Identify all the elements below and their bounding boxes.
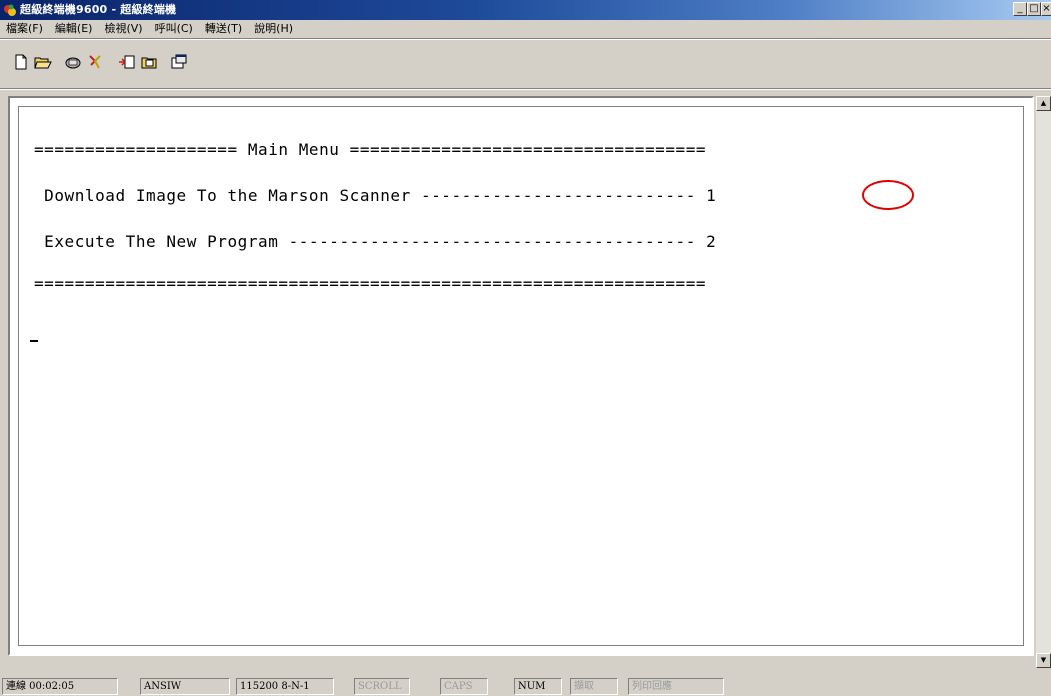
status-num: NUM xyxy=(514,678,562,695)
status-port-settings: 115200 8-N-1 xyxy=(236,678,334,695)
status-scroll: SCROLL xyxy=(354,678,410,695)
text-cursor xyxy=(30,340,38,342)
hyperterminal-app-icon[interactable] xyxy=(3,3,17,17)
disconnect-icon xyxy=(89,55,101,69)
vertical-scrollbar[interactable] xyxy=(1036,96,1051,668)
menu-file[interactable]: 檔案(F) xyxy=(6,21,43,37)
minimize-button[interactable]: _ xyxy=(1013,2,1027,16)
receive-file-icon xyxy=(141,57,157,69)
status-emulation: ANSIW xyxy=(140,678,230,695)
menu-footer-line: ========================================… xyxy=(34,274,707,293)
menu-option-download: Download Image To the Marson Scanner ---… xyxy=(34,186,717,205)
maximize-button[interactable]: □ xyxy=(1027,2,1041,16)
open-button[interactable] xyxy=(34,53,52,71)
scroll-down-button[interactable]: ▼ xyxy=(1036,653,1051,668)
window-title: 超級終端機9600 - 超級終端機 xyxy=(20,3,177,16)
receive-button[interactable] xyxy=(140,53,158,71)
menu-option-execute: Execute The New Program ----------------… xyxy=(34,232,717,251)
menu-call[interactable]: 呼叫(C) xyxy=(155,21,193,37)
properties-icon xyxy=(171,54,187,69)
menu-edit[interactable]: 編輯(E) xyxy=(55,21,93,37)
new-document-icon xyxy=(15,54,27,70)
call-button[interactable] xyxy=(64,53,82,71)
status-capture: 擷取 xyxy=(570,678,618,695)
scroll-up-button[interactable]: ▲ xyxy=(1036,96,1051,111)
open-folder-icon xyxy=(34,57,52,69)
menu-transfer[interactable]: 轉送(T) xyxy=(205,21,242,37)
menu-bar: 檔案(F) 編輯(E) 檢視(V) 呼叫(C) 轉送(T) 說明(H) xyxy=(0,20,1051,38)
highlight-circle xyxy=(862,180,914,210)
menu-view[interactable]: 檢視(V) xyxy=(104,21,142,37)
send-button[interactable] xyxy=(118,53,136,71)
status-caps: CAPS xyxy=(440,678,488,695)
properties-button[interactable] xyxy=(170,53,188,71)
new-connection-button[interactable] xyxy=(12,53,30,71)
title-bar: 超級終端機9600 - 超級終端機 _ □ × xyxy=(0,0,1051,20)
status-connected-time: 連線 00:02:05 xyxy=(2,678,118,695)
disconnect-button[interactable] xyxy=(86,53,104,71)
menu-help[interactable]: 說明(H) xyxy=(254,21,293,37)
menu-separator xyxy=(0,38,1051,40)
status-print-echo: 列印回應 xyxy=(628,678,724,695)
send-file-icon xyxy=(119,55,135,69)
toolbar-separator xyxy=(0,88,1051,90)
close-button[interactable]: × xyxy=(1041,2,1051,16)
menu-header-line: ==================== Main Menu =========… xyxy=(34,140,707,159)
connect-phone-icon xyxy=(65,57,81,69)
